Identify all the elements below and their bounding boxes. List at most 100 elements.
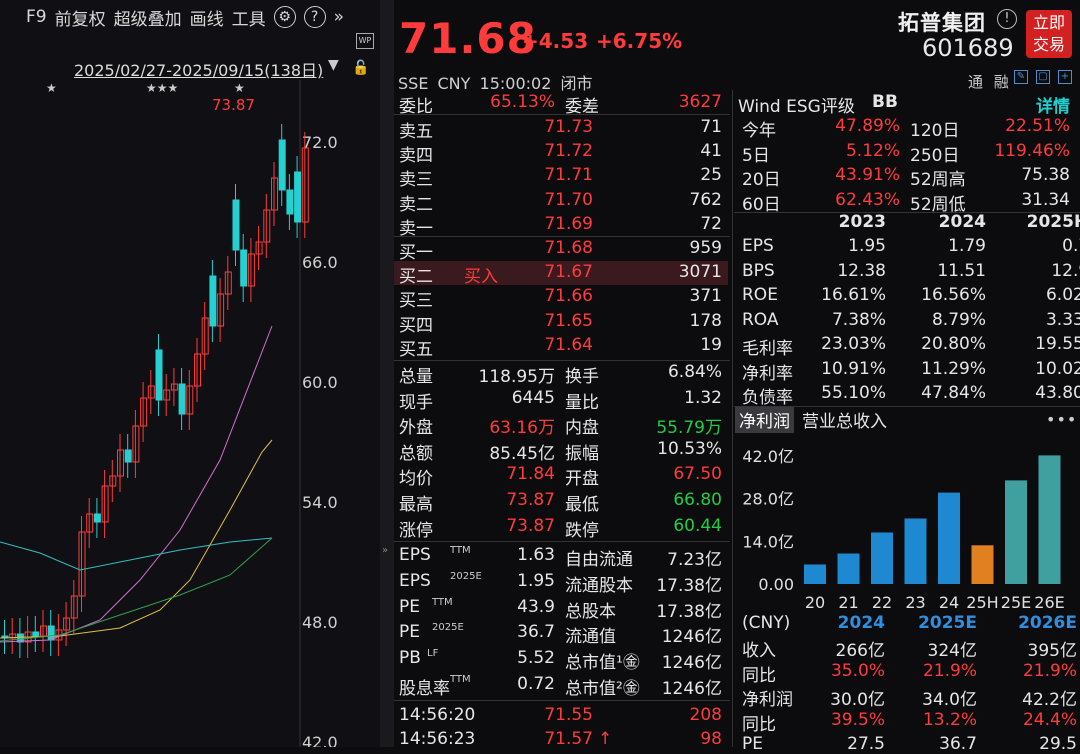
help-icon[interactable]: ? — [303, 6, 326, 28]
edit-icon[interactable]: ✎ — [1014, 70, 1028, 84]
fin-value: 19.55% — [1035, 334, 1080, 354]
forecast-value: 395亿 — [1027, 641, 1077, 661]
perf-value: 22.51% — [1005, 116, 1070, 136]
stat-value: 71.84 — [506, 464, 555, 485]
stat-label: 外盘 — [399, 418, 433, 439]
profit-bar — [971, 545, 994, 584]
price-change: +4.53 — [522, 29, 589, 53]
tools-button[interactable]: 工具 — [232, 5, 266, 30]
fin-value: 11.29% — [921, 358, 986, 379]
overlay-button[interactable]: 超级叠加 — [114, 5, 182, 30]
stat-value: 85.45亿 — [489, 443, 555, 464]
fin-label: ROE — [742, 285, 778, 305]
forecast-label: 净利润 — [742, 690, 793, 710]
price-tick: 60.0 — [302, 373, 338, 392]
valuation-label: EPS — [399, 545, 431, 565]
stat-label: 开盘 — [565, 469, 599, 490]
esg-detail-link[interactable]: 详情 — [1036, 92, 1070, 117]
valuation-value: 17.38亿 — [656, 575, 722, 596]
fin-value: 43.80% — [1035, 383, 1080, 403]
ma-line — [0, 439, 273, 639]
date-range[interactable]: 2025/02/27-2025/09/15(138日) — [74, 57, 323, 81]
lock-icon[interactable]: 🔓 — [352, 60, 369, 76]
fin-year: 2025H1 — [1026, 212, 1080, 232]
perf-value: 5.12% — [845, 140, 900, 161]
stat-label: 涨停 — [399, 520, 433, 541]
fin-value: 16.61% — [821, 285, 886, 305]
valuation-value: 1.95 — [517, 570, 555, 591]
wp-icon[interactable]: WP — [356, 33, 374, 49]
valuation-value: 1246亿 — [661, 627, 722, 648]
fin-label: ROA — [742, 309, 779, 330]
info-icon[interactable]: ! — [997, 9, 1017, 29]
star-mark: ★ — [46, 81, 57, 95]
perf-value: 43.91% — [835, 165, 900, 185]
price-tick: 72.0 — [302, 133, 338, 152]
stat-label: 总量 — [399, 367, 433, 387]
more-icon[interactable]: ••• — [1046, 410, 1077, 429]
expand-icon[interactable]: » — [334, 7, 344, 27]
price-tick: 48.0 — [302, 613, 338, 632]
trade-now-button[interactable]: 立即 交易 — [1026, 10, 1072, 58]
stat-value: 73.87 — [506, 515, 555, 536]
ask-volume: 72 — [700, 213, 722, 234]
forecast-value: 266亿 — [835, 641, 885, 661]
divider — [394, 541, 730, 542]
stock-code: 601689 — [922, 34, 1014, 62]
divider — [394, 360, 730, 361]
fin-value: 6.02% — [1045, 285, 1080, 305]
tab-net-profit[interactable]: 净利润 — [735, 407, 794, 433]
up-arrow-icon: ↑ — [598, 729, 613, 749]
ask-label: 卖二 — [399, 194, 433, 215]
ask-price: 71.70 — [544, 189, 593, 210]
price-tick: 66.0 — [302, 253, 338, 272]
last-price: 71.68 — [399, 14, 537, 63]
fin-label: 负债率 — [742, 388, 793, 408]
bid-volume: 959 — [689, 238, 722, 258]
price-axis: 72.0 66.0 60.0 54.0 48.0 42.0 — [302, 133, 338, 747]
profit-bar — [938, 492, 960, 584]
forecast-unit: (CNY) — [742, 613, 791, 633]
dropdown-triangle-icon[interactable]: ▼ — [328, 57, 339, 73]
profit-bar — [804, 564, 826, 584]
ask-price: 71.69 — [544, 213, 593, 234]
tick-volume: 98 — [700, 729, 722, 749]
adjust-button[interactable]: 前复权 — [55, 5, 106, 30]
fin-value: 3.33% — [1045, 309, 1080, 330]
stat-value: 73.87 — [506, 490, 555, 510]
bar-x-label: 23 — [905, 593, 925, 612]
tab-revenue[interactable]: 营业总收入 — [802, 407, 887, 433]
forecast-value: 324亿 — [927, 641, 977, 661]
forecast-year: 2026E — [1018, 613, 1077, 633]
add-icon[interactable]: + — [1058, 70, 1072, 84]
panel-collapse-handle[interactable]: » — [380, 0, 394, 747]
bid-volume: 19 — [700, 334, 722, 355]
draw-button[interactable]: 画线 — [190, 5, 224, 30]
fin-label: 净利率 — [742, 363, 793, 384]
valuation-value: 7.23亿 — [667, 550, 722, 570]
stat-label: 内盘 — [565, 418, 599, 439]
divider — [732, 90, 733, 747]
valuation-label: 流通值 — [565, 627, 616, 648]
forecast-value: 30.0亿 — [830, 690, 885, 710]
bid-label: 买三 — [399, 291, 433, 312]
bid-label: 买二 — [399, 267, 433, 288]
star-mark: ★ — [234, 81, 245, 95]
bar-x-label: 24 — [939, 593, 959, 612]
forecast-value: 21.9% — [1022, 660, 1077, 681]
window-icon[interactable]: ▢ — [1036, 70, 1050, 84]
buy-tag: 买入 — [464, 267, 498, 288]
ask-volume: 41 — [700, 141, 722, 162]
ask-volume: 25 — [700, 165, 722, 186]
ask-label: 卖五 — [399, 122, 433, 142]
gear-icon[interactable]: ⚙ — [273, 6, 296, 28]
kline-chart-pane[interactable]: F9 前复权 超级叠加 画线 工具 ⚙ ? » WP 2025/02/27-20… — [0, 0, 380, 747]
stat-value: 6445 — [511, 387, 555, 408]
kline-svg[interactable]: ★ ★★★ ★ 73.87 72.0 66.0 60.0 54.0 48.0 42.0 — [0, 80, 378, 747]
weicha-value: 3627 — [678, 92, 722, 112]
price-tick: 42.0 — [302, 733, 338, 747]
profit-bar — [1038, 455, 1061, 584]
f9-button[interactable]: F9 — [26, 7, 47, 27]
tick-price: 71.55 — [544, 705, 593, 725]
fin-year: 2023 — [838, 212, 886, 232]
